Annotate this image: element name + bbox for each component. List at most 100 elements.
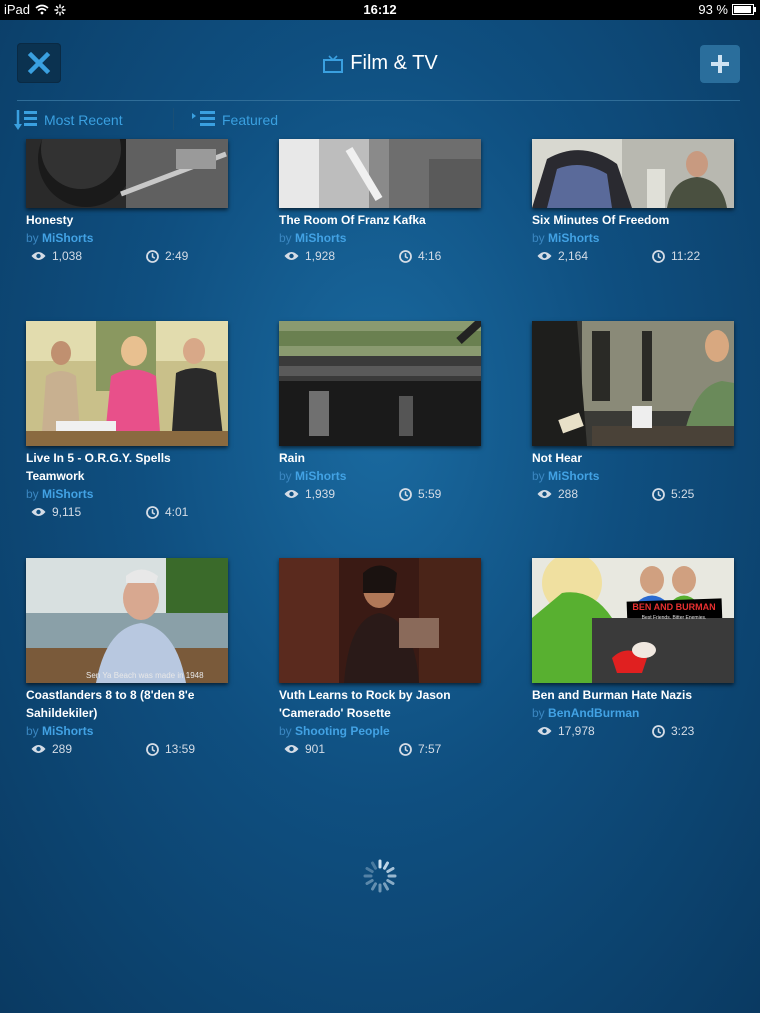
video-stats: 1,928 4:16 (279, 247, 481, 267)
video-stats: 288 5:25 (532, 485, 734, 505)
tab-label: Featured (222, 112, 279, 128)
ben-logo-text: BEN AND BURMAN (632, 602, 716, 612)
video-thumbnail[interactable] (279, 558, 481, 683)
header-divider (17, 100, 740, 101)
duration: 5:25 (652, 487, 694, 501)
clock-icon (652, 724, 665, 738)
video-thumbnail[interactable] (279, 321, 481, 446)
video-card[interactable]: BEN AND BURMAN Best Friends. Bitter Enem… (532, 558, 734, 742)
video-card[interactable]: Honesty by MiShorts 1,038 2:49 (26, 139, 228, 267)
video-title[interactable]: Ben and Burman Hate Nazis (532, 686, 734, 704)
author-link[interactable]: Shooting People (295, 724, 390, 738)
ben-tagline-text: Best Friends. Bitter Enemies. (641, 615, 707, 621)
clock-icon (146, 505, 159, 519)
video-stats: 1,939 5:59 (279, 485, 481, 505)
video-byline: by MiShorts (26, 724, 94, 738)
thumbnail-caption: Sen Ya Beach was made in 1948 (86, 671, 204, 680)
video-thumbnail[interactable] (26, 139, 228, 208)
author-link[interactable]: MiShorts (295, 231, 346, 245)
author-link[interactable]: MiShorts (548, 469, 599, 483)
battery-icon (732, 4, 756, 15)
tv-icon (323, 54, 344, 73)
video-title[interactable]: The Room Of Franz Kafka (279, 211, 481, 229)
tab-bar: Most Recent Featured (0, 104, 760, 136)
view-count: 289 (31, 742, 72, 756)
sort-list-icon (14, 110, 37, 130)
video-thumbnail[interactable] (26, 558, 228, 683)
video-thumbnail[interactable] (279, 139, 481, 208)
clock-icon (652, 249, 665, 263)
video-card[interactable]: Six Minutes Of Freedom by MiShorts 2,164… (532, 139, 734, 267)
video-byline: by MiShorts (26, 487, 94, 501)
view-count: 288 (537, 487, 578, 501)
video-title[interactable]: Honesty (26, 211, 228, 229)
plus-icon (711, 55, 729, 73)
video-thumbnail[interactable] (532, 139, 734, 208)
video-thumbnail[interactable]: BEN AND BURMAN Best Friends. Bitter Enem… (532, 558, 734, 683)
app-main: Film & TV Most Recent Featured Honesty b… (0, 20, 760, 1013)
author-link[interactable]: MiShorts (548, 231, 599, 245)
author-link[interactable]: BenAndBurman (548, 706, 639, 720)
video-title[interactable]: Six Minutes Of Freedom (532, 211, 734, 229)
add-button[interactable] (700, 45, 740, 83)
view-count: 9,115 (31, 505, 81, 519)
clock-icon (146, 742, 159, 756)
battery-percent: 93 % (698, 2, 728, 17)
eye-icon (537, 252, 552, 260)
video-byline: by MiShorts (532, 469, 600, 483)
clock-icon (146, 249, 159, 263)
view-count: 17,978 (537, 724, 595, 738)
video-title[interactable]: Live In 5 - O.R.G.Y. Spells Teamwork (26, 449, 228, 485)
video-title[interactable]: Vuth Learns to Rock by Jason 'Camerado' … (279, 686, 481, 722)
duration: 2:49 (146, 249, 188, 263)
duration: 3:23 (652, 724, 694, 738)
author-link[interactable]: MiShorts (295, 469, 346, 483)
video-stats: 2,164 11:22 (532, 247, 734, 267)
video-thumbnail[interactable] (26, 321, 228, 446)
video-stats: 289 13:59 (26, 740, 228, 760)
duration: 4:16 (399, 249, 441, 263)
clock-icon (399, 249, 412, 263)
view-count: 1,939 (284, 487, 335, 501)
eye-icon (284, 745, 299, 753)
header: Film & TV (0, 20, 760, 102)
tab-divider (173, 108, 174, 130)
author-link[interactable]: MiShorts (42, 487, 93, 501)
video-title[interactable]: Not Hear (532, 449, 734, 467)
page-title: Film & TV (0, 52, 760, 75)
video-byline: by MiShorts (279, 231, 347, 245)
duration: 7:57 (399, 742, 441, 756)
video-thumbnail[interactable] (532, 321, 734, 446)
eye-icon (537, 490, 552, 498)
video-card[interactable]: Live In 5 - O.R.G.Y. Spells Teamwork by … (26, 321, 228, 523)
author-link[interactable]: MiShorts (42, 231, 93, 245)
list-icon (192, 111, 215, 126)
duration: 11:22 (652, 249, 700, 263)
title-text: Film & TV (350, 52, 438, 74)
video-byline: by MiShorts (279, 469, 347, 483)
eye-icon (284, 252, 299, 260)
video-card[interactable]: The Room Of Franz Kafka by MiShorts 1,92… (279, 139, 481, 267)
video-card[interactable]: Not Hear by MiShorts 288 5:25 (532, 321, 734, 505)
duration: 5:59 (399, 487, 441, 501)
eye-icon (31, 745, 46, 753)
clock-icon (399, 742, 412, 756)
video-stats: 1,038 2:49 (26, 247, 228, 267)
tab-featured[interactable]: Featured (192, 104, 278, 136)
tab-most-recent[interactable]: Most Recent (14, 104, 123, 136)
eye-icon (31, 508, 46, 516)
video-byline: by MiShorts (532, 231, 600, 245)
clock-icon (652, 487, 665, 501)
video-title[interactable]: Rain (279, 449, 481, 467)
video-card[interactable]: Rain by MiShorts 1,939 5:59 (279, 321, 481, 505)
video-card[interactable]: Vuth Learns to Rock by Jason 'Camerado' … (279, 558, 481, 760)
clock: 16:12 (363, 2, 397, 17)
video-byline: by MiShorts (26, 231, 94, 245)
eye-icon (284, 490, 299, 498)
duration: 13:59 (146, 742, 195, 756)
video-card[interactable]: Coastlanders 8 to 8 (8'den 8'e Sahildeki… (26, 558, 228, 760)
view-count: 1,038 (31, 249, 82, 263)
video-title[interactable]: Coastlanders 8 to 8 (8'den 8'e Sahildeki… (26, 686, 228, 722)
duration: 4:01 (146, 505, 188, 519)
author-link[interactable]: MiShorts (42, 724, 93, 738)
